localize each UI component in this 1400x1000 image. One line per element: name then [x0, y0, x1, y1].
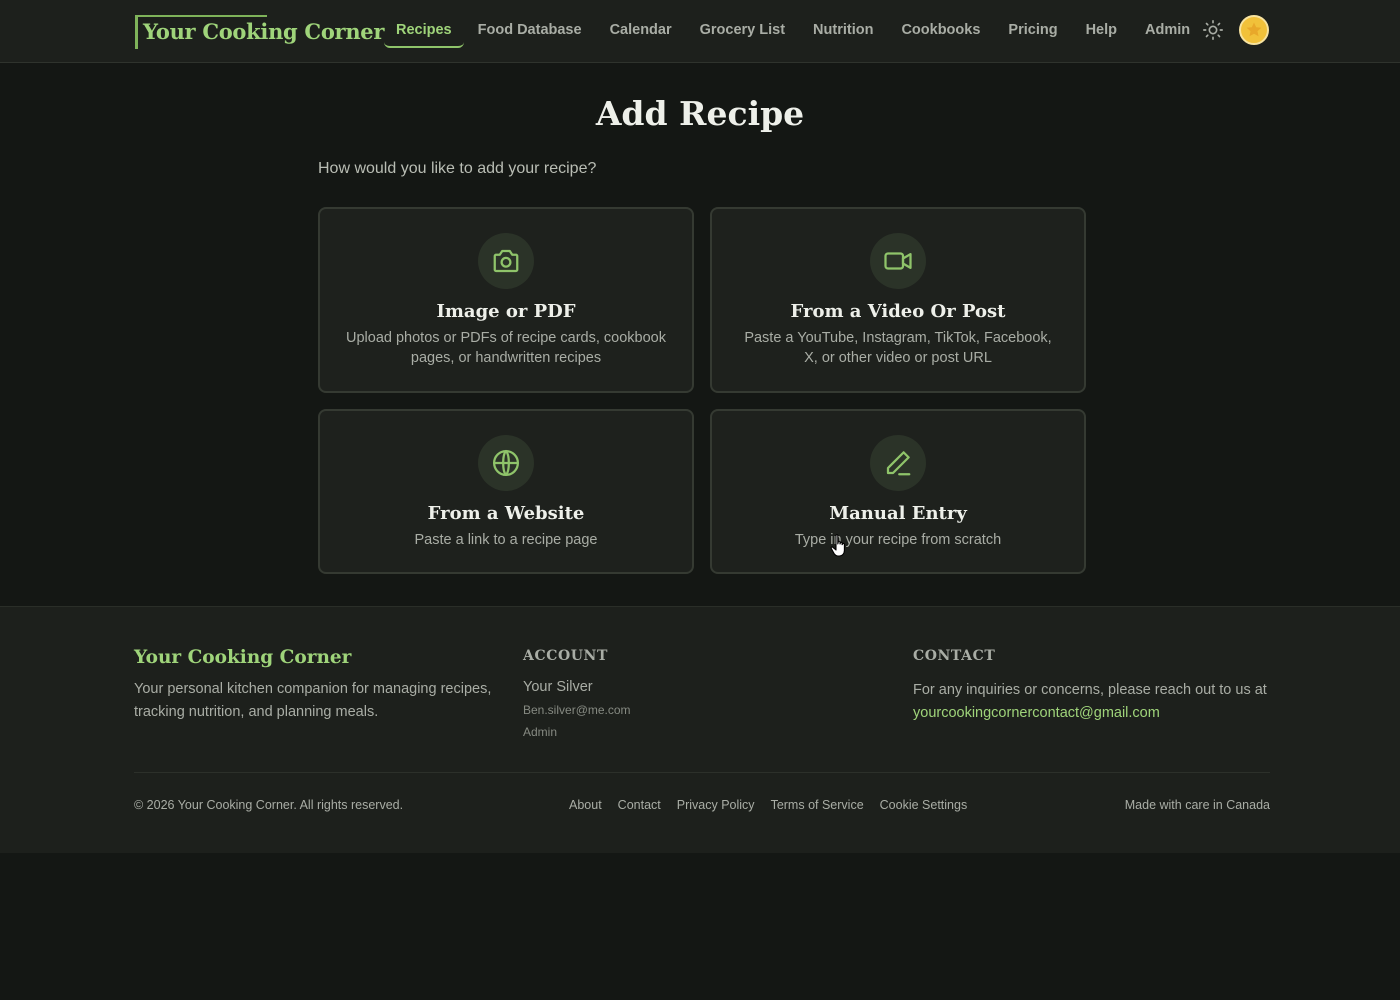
- nav-nutrition[interactable]: Nutrition: [799, 0, 887, 62]
- footer-link-cookie-settings[interactable]: Cookie Settings: [880, 798, 968, 812]
- footer-contact-text: For any inquiries or concerns, please re…: [913, 679, 1283, 725]
- nav-help[interactable]: Help: [1072, 0, 1131, 62]
- footer-brand: Your Cooking Corner: [134, 647, 352, 668]
- page-title: Add Recipe: [595, 94, 805, 133]
- hand-cursor-icon: [830, 533, 850, 559]
- contact-email-link[interactable]: yourcookingcornercontact@gmail.com: [913, 705, 1160, 721]
- nav-calendar[interactable]: Calendar: [596, 0, 686, 62]
- active-tab-indicator: [384, 42, 464, 48]
- footer-link-about[interactable]: About: [569, 798, 602, 812]
- contact-message: For any inquiries or concerns, please re…: [913, 682, 1267, 698]
- option-video-or-post[interactable]: From a Video Or Post Paste a YouTube, In…: [710, 207, 1086, 393]
- footer-account-name: Your Silver: [523, 679, 593, 695]
- nav-grocery-list[interactable]: Grocery List: [686, 0, 799, 62]
- avatar[interactable]: [1239, 15, 1269, 45]
- nav-recipes[interactable]: Recipes: [384, 0, 464, 62]
- globe-icon: [478, 435, 534, 491]
- footer-contact-heading: CONTACT: [913, 648, 996, 664]
- footer-link-terms-of-service[interactable]: Terms of Service: [771, 798, 864, 812]
- nav-cookbooks[interactable]: Cookbooks: [887, 0, 994, 62]
- footer-account-heading: ACCOUNT: [523, 648, 608, 664]
- top-navigation-bar: Your Cooking Corner Recipes Food Databas…: [0, 0, 1400, 63]
- option-description: Paste a YouTube, Instagram, TikTok, Face…: [744, 330, 1052, 366]
- nav-pricing[interactable]: Pricing: [994, 0, 1071, 62]
- pencil-icon: [870, 435, 926, 491]
- footer-link-contact[interactable]: Contact: [618, 798, 661, 812]
- footer-brand-description: Your personal kitchen companion for mana…: [134, 681, 492, 720]
- site-footer: Your Cooking Corner Your personal kitche…: [0, 606, 1400, 853]
- sun-icon[interactable]: [1202, 19, 1224, 41]
- video-icon: [870, 233, 926, 289]
- footer-copyright: © 2026 Your Cooking Corner. All rights r…: [134, 798, 404, 812]
- footer-account-role: Admin: [523, 725, 558, 739]
- option-description: Paste a link to a recipe page: [414, 532, 598, 548]
- option-image-or-pdf[interactable]: Image or PDF Upload photos or PDFs of re…: [318, 207, 694, 393]
- option-title: Image or PDF: [436, 301, 576, 322]
- footer-account-email: Ben.silver@me.com: [523, 703, 631, 717]
- main-nav: Recipes Food Database Calendar Grocery L…: [384, 0, 1204, 62]
- option-title: From a Website: [427, 503, 585, 524]
- option-description: Upload photos or PDFs of recipe cards, c…: [346, 330, 666, 366]
- option-title: From a Video Or Post: [790, 301, 1006, 322]
- avatar-star-icon: [1246, 22, 1262, 37]
- nav-food-database[interactable]: Food Database: [464, 0, 596, 62]
- site-logo[interactable]: Your Cooking Corner: [143, 19, 384, 44]
- option-description: Type in your recipe from scratch: [794, 532, 1002, 548]
- nav-admin[interactable]: Admin: [1131, 0, 1204, 62]
- footer-link-privacy-policy[interactable]: Privacy Policy: [677, 798, 755, 812]
- option-title: Manual Entry: [829, 503, 967, 524]
- footer-made-with: Made with care in Canada: [1124, 798, 1270, 812]
- option-manual-entry[interactable]: Manual Entry Type in your recipe from sc…: [710, 409, 1086, 574]
- camera-icon: [478, 233, 534, 289]
- page-subtitle: How would you like to add your recipe?: [318, 160, 597, 177]
- footer-links: About Contact Privacy Policy Terms of Se…: [569, 798, 967, 812]
- option-from-website[interactable]: From a Website Paste a link to a recipe …: [318, 409, 694, 574]
- footer-divider: [134, 772, 1270, 773]
